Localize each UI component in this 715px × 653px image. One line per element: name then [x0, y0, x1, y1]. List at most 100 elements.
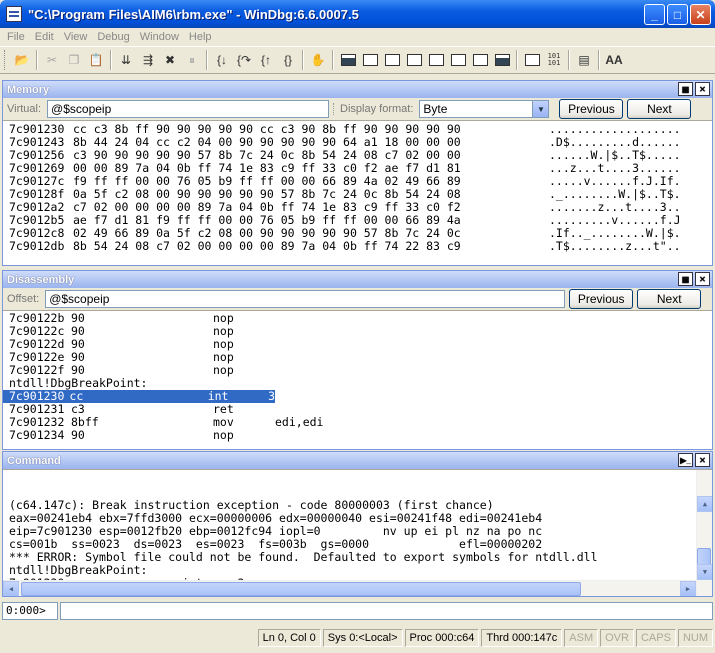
open-icon[interactable]: 📂 — [11, 49, 33, 71]
disassembly-row[interactable]: 7c90122d 90 nop — [3, 338, 712, 351]
command-pane-title[interactable]: Command ▶_ ✕ — [3, 452, 712, 469]
command-horizontal-scrollbar[interactable]: ◀ ▶ — [3, 580, 696, 596]
menu-view[interactable]: View — [59, 31, 93, 43]
command-output[interactable]: (c64.147c): Break instruction exception … — [3, 469, 712, 596]
disassembly-icon[interactable] — [469, 49, 491, 71]
disassembly-next-button[interactable]: Next — [637, 289, 702, 309]
menu-window[interactable]: Window — [135, 31, 184, 43]
command-window-icon[interactable]: ▶_ — [678, 453, 693, 467]
offset-input[interactable]: @$scopeip — [45, 290, 566, 308]
memory-content[interactable]: 7c901230 cc c3 8b ff 90 90 90 90 90 cc c3… — [3, 120, 712, 265]
registers-icon[interactable] — [403, 49, 425, 71]
status-bar: Ln 0, Col 0 Sys 0:<Local> Proc 000:c64 Thrd… — [0, 627, 715, 649]
disassembly-row[interactable]: 7c90122e 90 nop — [3, 351, 712, 364]
disassembly-pane-title[interactable]: Disassembly ▦ ✕ — [3, 271, 712, 288]
close-button[interactable]: ✕ — [690, 4, 711, 25]
hand-icon[interactable]: ✋ — [307, 49, 329, 71]
memory-pane-title[interactable]: Memory ▦ ✕ — [3, 81, 712, 98]
close-pane-icon[interactable]: ✕ — [695, 272, 710, 286]
disassembly-row[interactable]: 7c90122c 90 nop — [3, 325, 712, 338]
close-pane-icon[interactable]: ✕ — [695, 82, 710, 96]
status-cell: NUM — [677, 629, 713, 647]
go-icon[interactable]: ⇊ — [115, 49, 137, 71]
memory-bytes: 8b 54 24 08 c7 02 00 00 00 00 89 7a 04 0… — [73, 239, 461, 253]
disassembly-opcode: 90 — [71, 324, 85, 338]
horizontal-scroll-thumb[interactable] — [21, 582, 581, 596]
options-icon[interactable]: ▤ — [573, 49, 595, 71]
grid-icon[interactable]: ▦ — [678, 82, 693, 96]
disassembly-operands: edi,edi — [275, 415, 324, 429]
scroll-up-icon[interactable]: ▲ — [697, 496, 712, 512]
disassembly-row[interactable]: 7c901232 8bff mov edi,edi — [3, 416, 712, 429]
copy-icon[interactable]: ❐ — [63, 49, 85, 71]
menu-bar: File Edit View Debug Window Help — [0, 28, 715, 45]
font-icon[interactable]: AA — [603, 49, 625, 71]
disassembly-symbol-label: ntdll!DbgBreakPoint: — [9, 376, 148, 390]
memory-next-button[interactable]: Next — [627, 99, 692, 119]
window-title: "C:\Program Files\AIM6\rbm.exe" - WinDbg… — [28, 6, 359, 22]
windbg-app-icon — [6, 6, 22, 22]
disassembly-content[interactable]: 7c90122b 90 nop 7c90122c 90 nop 7c90122d 90 nop 7… — [3, 310, 712, 449]
status-cell: Ln 0, Col 0 — [257, 629, 321, 647]
scroll-right-icon[interactable]: ▶ — [680, 581, 696, 596]
menu-edit[interactable]: Edit — [30, 31, 59, 43]
minimize-button[interactable]: _ — [644, 4, 665, 25]
hex-mode-icon[interactable]: 101 101 — [543, 49, 565, 71]
run-to-cursor-icon[interactable]: {} — [277, 49, 299, 71]
scratch-icon[interactable] — [491, 49, 513, 71]
toolbar-grip[interactable] — [4, 50, 7, 70]
source-mode-icon[interactable] — [521, 49, 543, 71]
status-cell: CAPS — [635, 629, 676, 647]
paste-icon[interactable]: 📋 — [85, 49, 107, 71]
disassembly-opcode: 8bff — [71, 415, 99, 429]
status-cell: ASM — [564, 629, 599, 647]
locals-icon[interactable] — [381, 49, 403, 71]
window-titlebar[interactable]: "C:\Program Files\AIM6\rbm.exe" - WinDbg… — [0, 0, 715, 28]
maximize-button[interactable]: □ — [667, 4, 688, 25]
memory-controls: Virtual: @$scopeip Display format: Byte … — [3, 98, 712, 120]
watch-icon[interactable] — [359, 49, 381, 71]
disassembly-opcode: cc — [69, 389, 84, 403]
memory-ascii: .T$........z...t".. — [549, 239, 681, 253]
close-pane-icon[interactable]: ✕ — [695, 453, 710, 467]
disassembly-pane: Disassembly ▦ ✕ Offset: @$scopeip Previo… — [2, 270, 713, 450]
grid-icon[interactable]: ▦ — [678, 272, 693, 286]
display-format-select[interactable]: Byte ▼ — [419, 100, 550, 118]
disassembly-row[interactable]: 7c901231 c3 ret — [3, 403, 712, 416]
scroll-left-icon[interactable]: ◀ — [3, 581, 19, 596]
command-vertical-scrollbar[interactable]: ▲ ▼ — [696, 470, 712, 596]
disassembly-previous-button[interactable]: Previous — [569, 289, 634, 309]
menu-file[interactable]: File — [2, 31, 30, 43]
command-window-icon[interactable] — [337, 49, 359, 71]
status-cell: Sys 0:<Local> — [322, 629, 403, 647]
chevron-down-icon[interactable]: ▼ — [532, 101, 549, 117]
offset-label: Offset: — [7, 293, 40, 305]
disassembly-opcode: 90 — [71, 428, 85, 442]
step-into-icon[interactable]: {↓ — [211, 49, 233, 71]
callstack-icon[interactable] — [447, 49, 469, 71]
disassembly-mnemonic: nop — [213, 428, 234, 442]
status-cell: Proc 000:c64 — [404, 629, 480, 647]
menu-debug[interactable]: Debug — [92, 31, 134, 43]
toolbar-separator — [516, 50, 518, 70]
virtual-address-input[interactable]: @$scopeip — [47, 100, 330, 118]
disassembly-opcode: 90 — [71, 350, 85, 364]
memory-address: 7c9012db — [9, 239, 65, 253]
step-out-icon[interactable]: {↑ — [255, 49, 277, 71]
disassembly-row[interactable]: 7c901234 90 nop — [3, 429, 712, 442]
memory-previous-button[interactable]: Previous — [559, 99, 624, 119]
restart-icon[interactable]: ⇶ — [137, 49, 159, 71]
menu-help[interactable]: Help — [184, 31, 217, 43]
disassembly-title-label: Disassembly — [7, 273, 75, 286]
break-icon[interactable]: ⏸ — [181, 49, 203, 71]
command-title-label: Command — [7, 454, 61, 467]
cut-icon[interactable]: ✂ — [41, 49, 63, 71]
command-input[interactable] — [60, 602, 713, 620]
step-over-icon[interactable]: {↷ — [233, 49, 255, 71]
memory-icon[interactable] — [425, 49, 447, 71]
memory-title-label: Memory — [7, 83, 50, 96]
scroll-down-icon[interactable]: ▼ — [697, 564, 712, 580]
stop-icon[interactable]: ✖ — [159, 49, 181, 71]
command-pane: Command ▶_ ✕ (c64.147c): Break instructi… — [2, 451, 713, 597]
disassembly-row[interactable]: 7c90122b 90 nop — [3, 312, 712, 325]
